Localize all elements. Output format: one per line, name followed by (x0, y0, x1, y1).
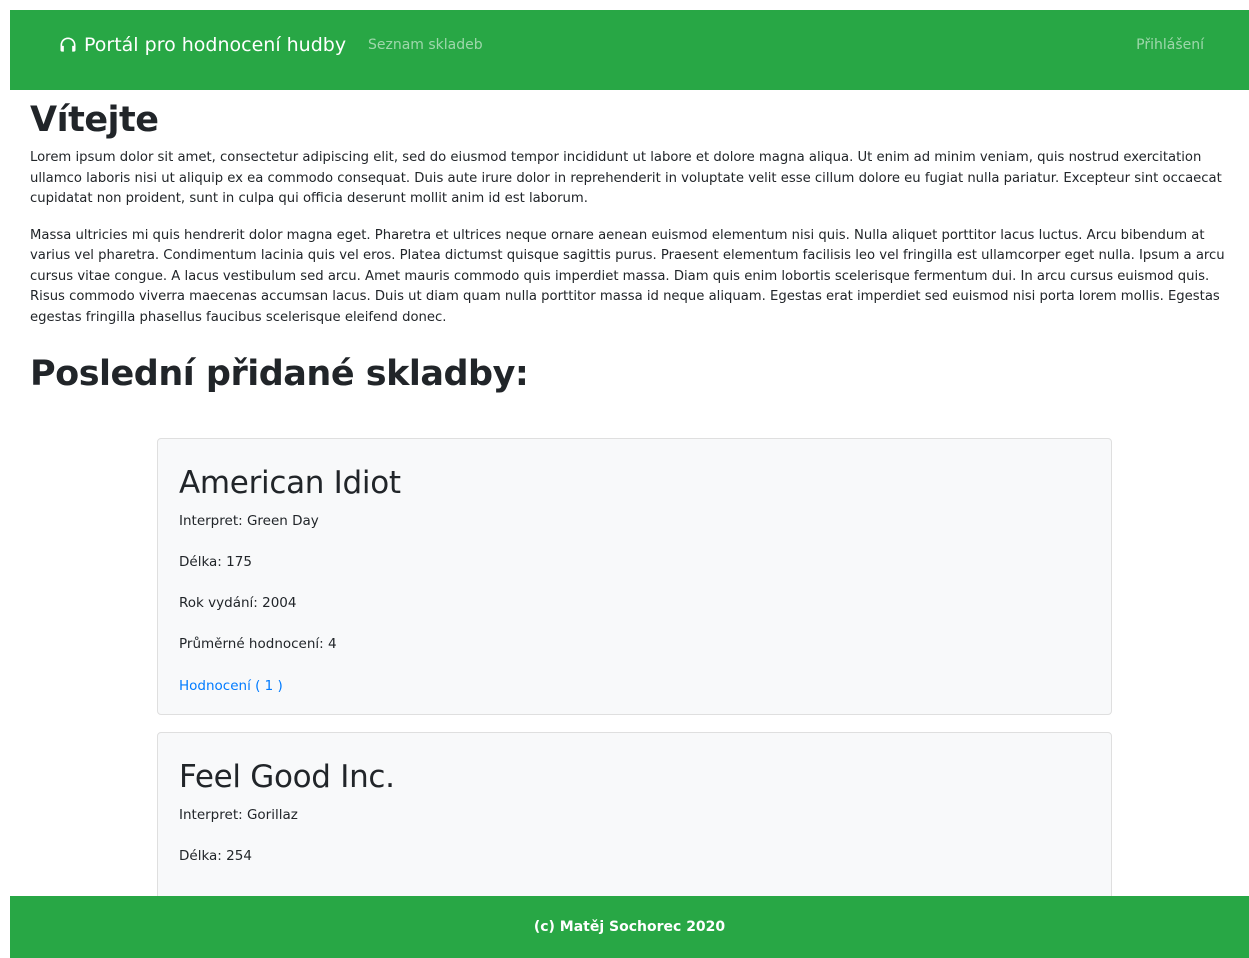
song-title: American Idiot (179, 465, 401, 501)
song-card: Feel Good Inc. Interpret: Gorillaz Délka… (157, 732, 1112, 906)
song-year: Rok vydání: 2004 (179, 595, 297, 611)
nav-link-song-list[interactable]: Seznam skladeb (368, 37, 483, 53)
welcome-title: Vítejte (30, 100, 159, 140)
welcome-paragraph-2: Massa ultricies mi quis hendrerit dolor … (30, 227, 1225, 325)
headphones-icon (60, 37, 76, 52)
song-ratings-link[interactable]: Hodnocení ( 1 ) (179, 678, 283, 694)
song-interpret: Interpret: Green Day (179, 513, 319, 529)
navbar: Portál pro hodnocení hudby Seznam sklade… (10, 10, 1249, 90)
welcome-paragraph-1: Lorem ipsum dolor sit amet, consectetur … (30, 150, 1222, 206)
song-interpret: Interpret: Gorillaz (179, 807, 298, 823)
login-link[interactable]: Přihlášení (1136, 37, 1204, 53)
latest-songs-title: Poslední přidané skladby: (30, 354, 529, 394)
brand-link[interactable]: Portál pro hodnocení hudby (58, 34, 346, 56)
song-length: Délka: 254 (179, 848, 252, 864)
footer-text: (c) Matěj Sochorec 2020 (533, 919, 726, 935)
song-length: Délka: 175 (179, 554, 252, 570)
main-content: Vítejte Lorem ipsum dolor sit amet, cons… (30, 96, 1225, 398)
song-list: American Idiot Interpret: Green Day Délk… (157, 438, 1112, 923)
footer: (c) Matěj Sochorec 2020 (10, 896, 1249, 958)
page: Portál pro hodnocení hudby Seznam sklade… (0, 0, 1249, 958)
brand-text: Portál pro hodnocení hudby (84, 34, 347, 56)
song-average-rating: Průměrné hodnocení: 4 (179, 636, 337, 652)
song-title: Feel Good Inc. (179, 759, 395, 795)
song-card: American Idiot Interpret: Green Day Délk… (157, 438, 1112, 715)
